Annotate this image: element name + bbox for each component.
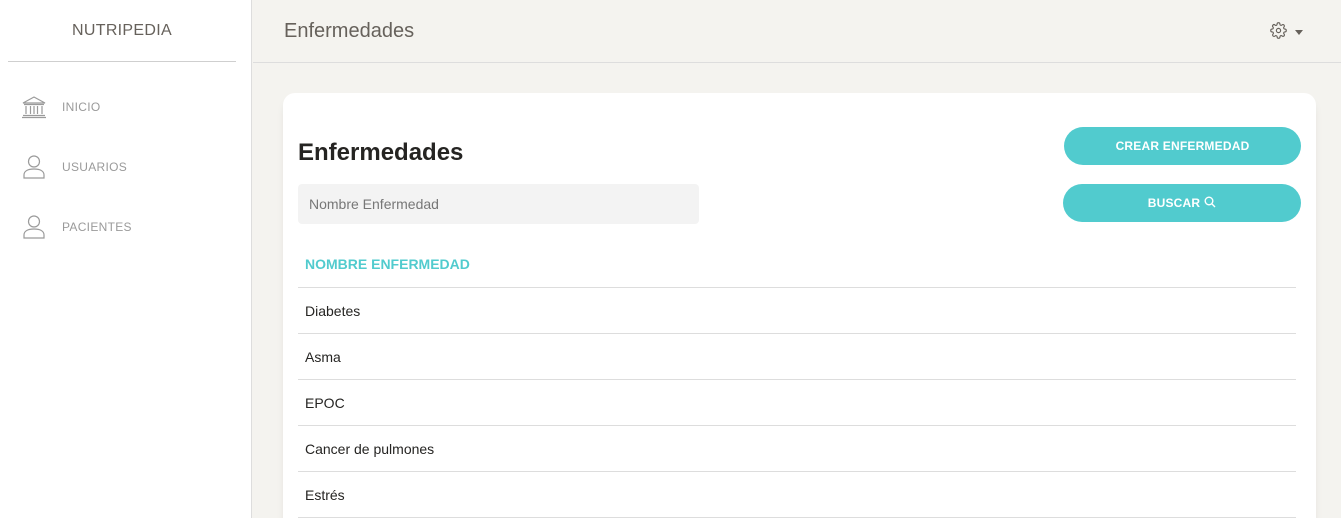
table-row[interactable]: Estrés xyxy=(298,472,1296,518)
sidebar-item-label: USUARIOS xyxy=(62,160,128,174)
column-header-nombre: NOMBRE ENFERMEDAD xyxy=(305,256,470,272)
table-row[interactable]: Cancer de pulmones xyxy=(298,426,1296,472)
sidebar: NUTRIPEDIA INICIO USUARIOS PACIENTES xyxy=(0,0,252,518)
create-disease-button[interactable]: CREAR ENFERMEDAD xyxy=(1064,127,1301,165)
search-button[interactable]: BUSCAR xyxy=(1063,184,1301,222)
gear-icon[interactable] xyxy=(1270,22,1287,43)
table-row[interactable]: Diabetes xyxy=(298,288,1296,334)
user-icon xyxy=(20,153,48,181)
bank-icon xyxy=(20,93,48,121)
sidebar-nav: INICIO USUARIOS PACIENTES xyxy=(0,77,251,257)
content-card: Enfermedades CREAR ENFERMEDAD BUSCAR NOM… xyxy=(283,93,1316,518)
sidebar-item-pacientes[interactable]: PACIENTES xyxy=(0,197,251,257)
table-header: NOMBRE ENFERMEDAD xyxy=(298,241,1296,288)
table-cell: EPOC xyxy=(305,394,345,411)
table-row[interactable]: EPOC xyxy=(298,380,1296,426)
create-button-label: CREAR ENFERMEDAD xyxy=(1115,139,1250,153)
diseases-table: NOMBRE ENFERMEDAD Diabetes Asma EPOC Can… xyxy=(298,241,1296,518)
brand-logo[interactable]: NUTRIPEDIA xyxy=(8,0,236,62)
table-cell: Cancer de pulmones xyxy=(305,440,435,457)
settings-dropdown[interactable] xyxy=(1270,22,1303,43)
sidebar-item-usuarios[interactable]: USUARIOS xyxy=(0,137,251,197)
sidebar-item-label: PACIENTES xyxy=(62,220,132,234)
sidebar-item-label: INICIO xyxy=(62,100,101,114)
chevron-down-icon[interactable] xyxy=(1295,30,1303,35)
sidebar-item-inicio[interactable]: INICIO xyxy=(0,77,251,137)
page-title: Enfermedades xyxy=(284,19,415,42)
search-input[interactable] xyxy=(298,184,699,224)
search-icon xyxy=(1204,196,1216,211)
card-title: Enfermedades xyxy=(298,139,464,166)
table-cell: Asma xyxy=(305,348,341,365)
top-navbar: Enfermedades xyxy=(253,0,1341,63)
user-icon xyxy=(20,213,48,241)
table-cell: Estrés xyxy=(305,486,345,503)
search-button-label: BUSCAR xyxy=(1147,196,1201,210)
table-row[interactable]: Asma xyxy=(298,334,1296,380)
table-cell: Diabetes xyxy=(305,302,361,319)
